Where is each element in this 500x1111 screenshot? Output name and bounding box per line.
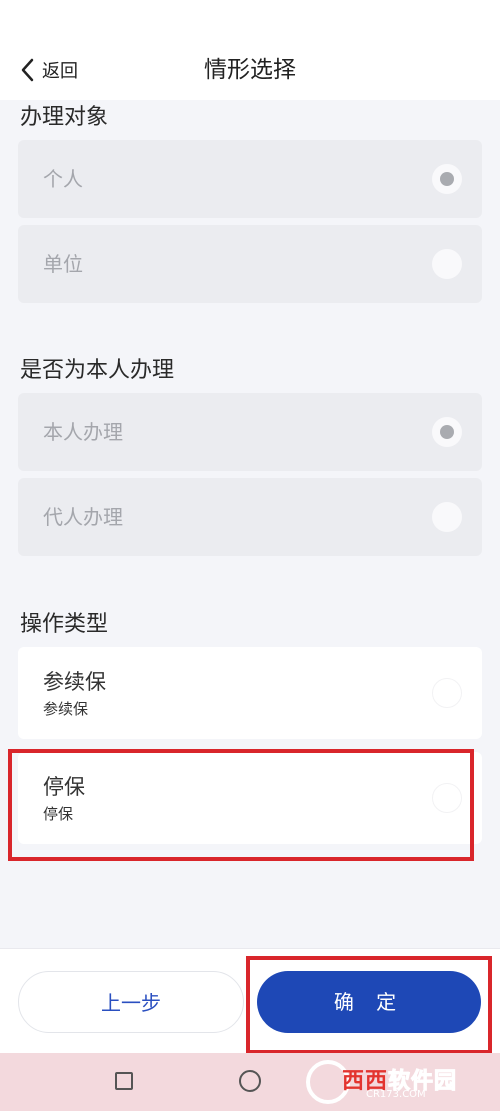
option-enroll[interactable]: 参续保 参续保 (18, 647, 482, 739)
option-self[interactable]: 本人办理 (18, 393, 482, 471)
page-title: 情形选择 (204, 57, 296, 83)
highlight-box-confirm (246, 956, 492, 1054)
section-title-self: 是否为本人办理 (20, 358, 175, 383)
highlight-box-suspend (8, 749, 474, 861)
nav-home-icon[interactable] (239, 1070, 261, 1092)
prev-step-button[interactable]: 上一步 (18, 971, 244, 1033)
section-title-operation: 操作类型 (20, 612, 109, 637)
section-title-applicant: 办理对象 (20, 105, 109, 130)
radio-selected-icon (432, 417, 462, 447)
screen: 返回 情形选择 办理对象 个人 单位 是否为本人办理 本人办理 代人办理 操作类… (0, 0, 500, 1111)
radio-icon (432, 502, 462, 532)
option-label: 参续保 (43, 670, 106, 694)
radio-icon (432, 678, 462, 708)
header-bar: 返回 情形选择 (0, 0, 500, 100)
option-proxy[interactable]: 代人办理 (18, 478, 482, 556)
watermark-url: CR173.COM (366, 1089, 426, 1100)
nav-recent-icon[interactable] (115, 1072, 133, 1090)
option-organization[interactable]: 单位 (18, 225, 482, 303)
system-nav-bar: 西西软件园 CR173.COM (0, 1053, 500, 1111)
option-label: 单位 (43, 252, 83, 276)
option-sublabel: 参续保 (43, 700, 89, 718)
radio-selected-icon (432, 164, 462, 194)
option-individual[interactable]: 个人 (18, 140, 482, 218)
option-label: 本人办理 (43, 420, 123, 444)
watermark-logo: 西西软件园 CR173.COM (306, 1059, 496, 1105)
radio-icon (432, 249, 462, 279)
option-label: 个人 (43, 167, 83, 191)
option-label: 代人办理 (43, 505, 123, 529)
